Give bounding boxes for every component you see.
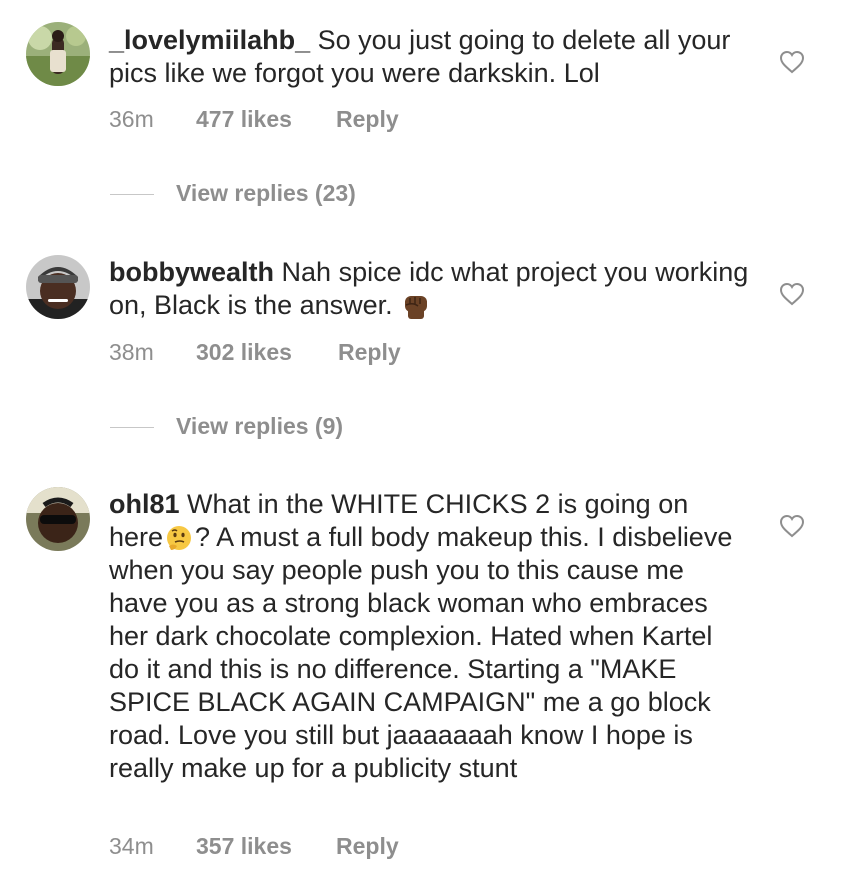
comment-text: bobbywealth Nah spice idc what project y…	[109, 256, 749, 322]
timestamp: 34m	[109, 833, 154, 859]
comment-text: _lovelymiilahb_ So you just going to del…	[109, 24, 749, 90]
comment-body-end: ? A must a full body makeup this. I disb…	[109, 522, 733, 783]
comment-text: ohl81 What in the WHITE CHICKS 2 is goin…	[109, 488, 749, 785]
heart-outline-icon[interactable]	[779, 514, 805, 538]
comment-meta: 38m 302 likes Reply	[109, 339, 401, 366]
timestamp: 36m	[109, 106, 154, 132]
username-link[interactable]: ohl81	[109, 489, 180, 519]
reply-button[interactable]: Reply	[336, 833, 399, 860]
username-link[interactable]: bobbywealth	[109, 257, 274, 287]
reply-button[interactable]: Reply	[336, 106, 399, 133]
likes-count[interactable]: 357 likes	[196, 833, 336, 860]
reply-button[interactable]: Reply	[338, 339, 401, 366]
divider	[110, 427, 154, 429]
timestamp: 38m	[109, 339, 154, 365]
avatar[interactable]	[26, 22, 90, 86]
view-replies-label: View replies (23)	[176, 180, 356, 206]
divider	[110, 194, 154, 196]
comment-meta: 34m 357 likes Reply	[109, 833, 399, 860]
thinking-face-emoji-icon	[167, 526, 192, 550]
heart-outline-icon[interactable]	[779, 282, 805, 306]
avatar[interactable]	[26, 255, 90, 319]
likes-count[interactable]: 302 likes	[196, 339, 338, 366]
comment-meta: 36m 477 likes Reply	[109, 106, 399, 133]
username-link[interactable]: _lovelymiilahb_	[109, 25, 310, 55]
heart-outline-icon[interactable]	[779, 50, 805, 74]
view-replies-button[interactable]: View replies (9)	[110, 413, 343, 440]
avatar[interactable]	[26, 487, 90, 551]
raised-fist-emoji-icon	[404, 296, 427, 319]
likes-count[interactable]: 477 likes	[196, 106, 336, 133]
view-replies-button[interactable]: View replies (23)	[110, 180, 356, 207]
view-replies-label: View replies (9)	[176, 413, 344, 439]
